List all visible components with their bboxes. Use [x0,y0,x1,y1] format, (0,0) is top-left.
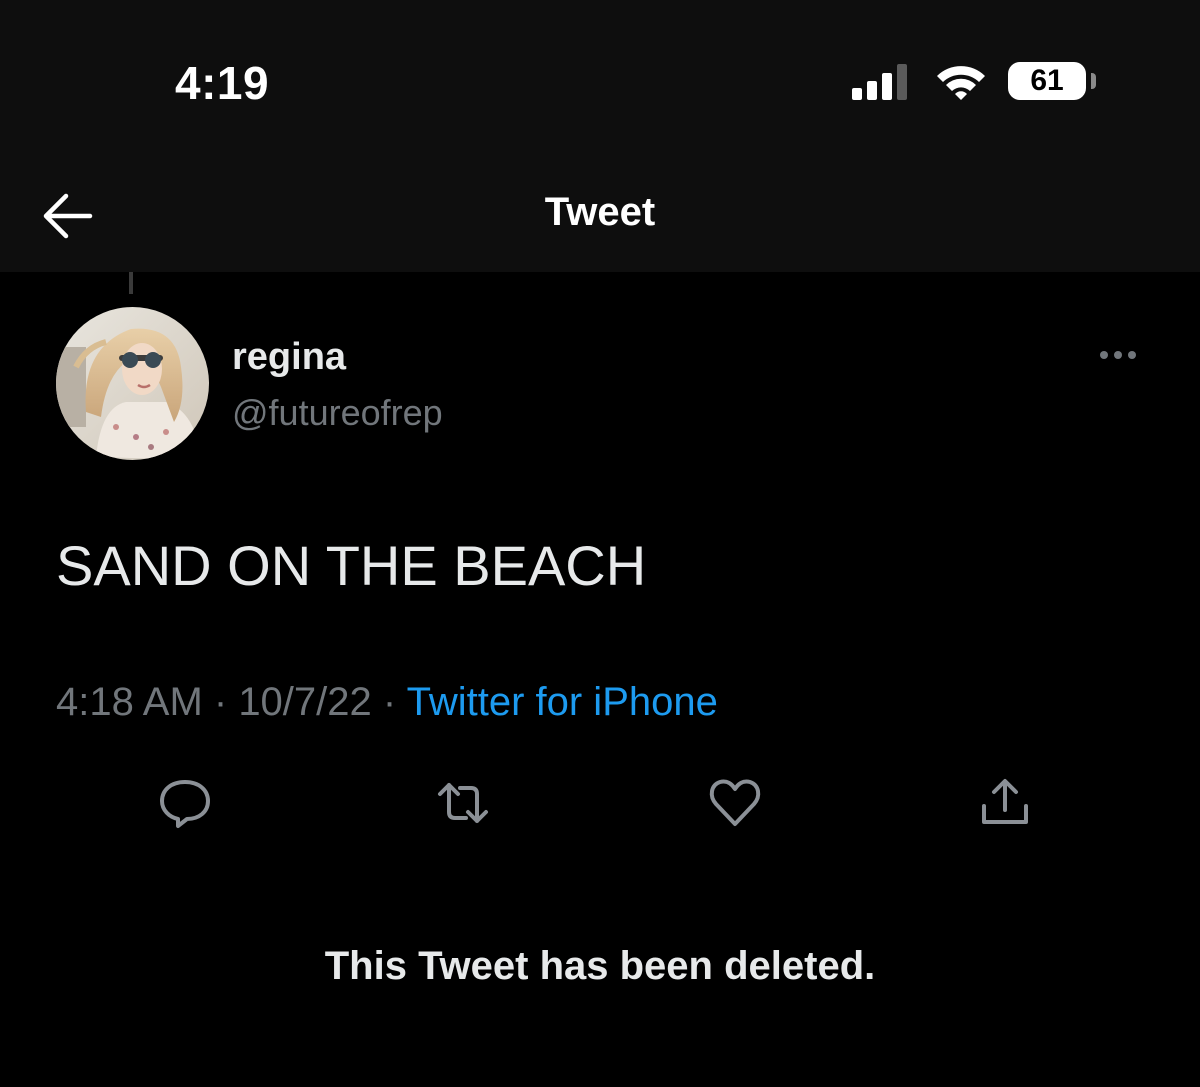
status-bar: 4:19 61 [0,0,1200,160]
retweet-icon [438,783,488,823]
avatar[interactable] [56,307,209,460]
tweet-time[interactable]: 4:18 AM [56,680,203,724]
share-upload-icon [982,779,1028,824]
meta-separator: · [371,680,407,724]
page-title: Tweet [544,190,656,234]
tweet-text: SAND ON THE BEACH [56,534,647,597]
retweet-button[interactable] [432,772,494,834]
avatar-image [56,307,209,460]
thread-connector-line [129,272,133,294]
battery-cap [1091,73,1096,89]
nav-bar: Tweet [0,160,1200,272]
more-options-button[interactable] [1092,340,1148,370]
tweet-source-link[interactable]: Twitter for iPhone [407,680,718,724]
cellular-signal-icon [852,64,907,100]
deleted-tweet-notice: This Tweet has been deleted. [324,944,876,988]
status-time: 4:19 [175,57,270,109]
like-button[interactable] [704,772,766,834]
author-handle[interactable]: @futureofrep [232,392,443,434]
wifi-icon [937,66,985,100]
battery-icon: 61 [1008,62,1086,100]
tweet-date[interactable]: 10/7/22 [238,680,371,724]
more-horizontal-icon [1100,351,1136,359]
share-button[interactable] [974,772,1036,834]
tweet-metadata: 4:18 AM · 10/7/22 · Twitter for iPhone [56,680,718,725]
reply-bubble-icon [160,780,210,828]
reply-button[interactable] [154,772,216,834]
author-display-name[interactable]: regina [232,336,346,379]
heart-icon [709,779,761,826]
meta-separator: · [202,680,239,724]
